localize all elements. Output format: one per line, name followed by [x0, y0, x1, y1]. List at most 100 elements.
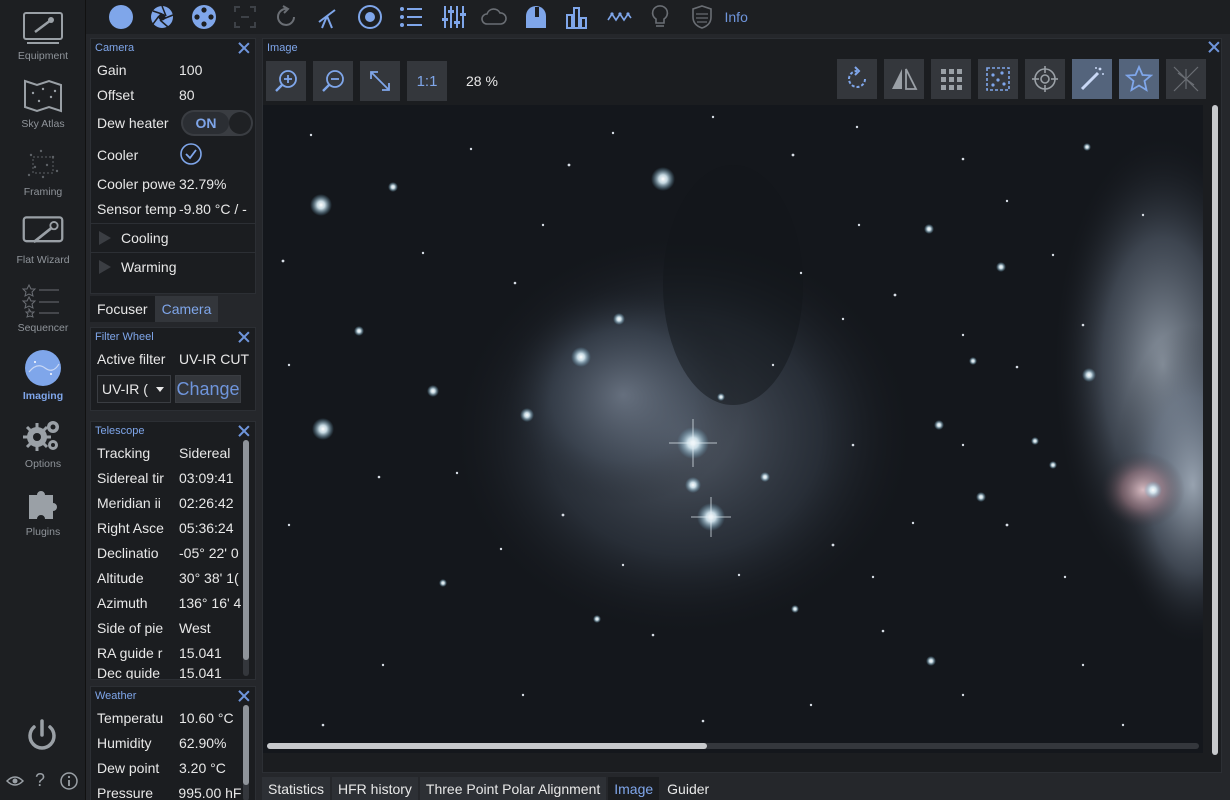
- cooling-expander[interactable]: Cooling: [91, 223, 255, 252]
- zoom-out-icon: [322, 70, 344, 92]
- histogram-icon[interactable]: [557, 0, 599, 34]
- tab-three-point-polar-alignment[interactable]: Three Point Polar Alignment: [419, 777, 607, 800]
- guide-graph-icon[interactable]: [598, 0, 640, 34]
- guider-icon[interactable]: [349, 0, 391, 34]
- dew-heater-row: Dew heater ON: [91, 107, 255, 139]
- change-filter-button[interactable]: Change: [175, 375, 241, 403]
- filter-select[interactable]: UV-IR (: [97, 375, 171, 403]
- help-icon[interactable]: ?: [35, 770, 45, 791]
- row-value: 02:26:42: [179, 494, 234, 511]
- sequence-list-icon[interactable]: [391, 0, 433, 34]
- row-value: 05:36:24: [179, 519, 234, 536]
- scroll-thumb[interactable]: [267, 743, 707, 749]
- weather-scrollbar[interactable]: [243, 705, 249, 800]
- bahtinov-button[interactable]: [1166, 59, 1206, 99]
- image-panel-header: Image: [263, 39, 1221, 57]
- camera-panel-icon[interactable]: [100, 0, 142, 34]
- star-detection-button[interactable]: [978, 59, 1018, 99]
- row-value: 32.79%: [179, 175, 227, 192]
- zoom-in-button[interactable]: [266, 61, 306, 101]
- sidebar-item-framing[interactable]: Framing: [0, 136, 86, 202]
- power-icon[interactable]: [24, 718, 60, 759]
- switch-sliders-icon[interactable]: [432, 0, 474, 34]
- zoom-out-button[interactable]: [313, 61, 353, 101]
- flat-panel-bulb-icon[interactable]: [640, 0, 682, 34]
- imaging-icon: [21, 348, 65, 388]
- close-icon[interactable]: [237, 424, 251, 438]
- panel-title: Filter Wheel: [95, 331, 154, 343]
- rotator-icon[interactable]: [266, 0, 308, 34]
- row-label: Dew heater: [97, 115, 169, 131]
- fit-arrows-icon: [370, 71, 390, 91]
- actual-size-button[interactable]: 1:1: [407, 61, 447, 101]
- row-value: 80: [179, 86, 195, 103]
- image-horizontal-scrollbar[interactable]: [267, 743, 1199, 749]
- auto-stretch-button[interactable]: [1072, 59, 1112, 99]
- sidebar-item-sky-atlas[interactable]: Sky Atlas: [0, 68, 86, 134]
- tab-hfr-history[interactable]: HFR history: [332, 777, 418, 800]
- eye-icon[interactable]: [5, 774, 25, 793]
- weather-rows: Temperatu 10.60 °C Humidity 62.90% Dew poi…: [91, 705, 241, 800]
- sidebar-item-imaging[interactable]: Imaging: [0, 340, 86, 406]
- close-icon[interactable]: [237, 689, 251, 703]
- telescope-scrollbar[interactable]: [243, 440, 249, 676]
- sidebar-item-label: Imaging: [22, 390, 64, 402]
- expander-label: Cooling: [121, 230, 169, 246]
- row-label: Altitude: [97, 569, 144, 586]
- row-value: -9.80 °C / -: [179, 200, 247, 217]
- row-value: UV-IR CUT: [179, 350, 249, 367]
- grid-button[interactable]: [931, 59, 971, 99]
- dome-icon[interactable]: [515, 0, 557, 34]
- filter-wheel-header: Filter Wheel: [91, 328, 255, 346]
- tab-image[interactable]: Image: [608, 777, 660, 800]
- close-icon[interactable]: [1207, 40, 1221, 54]
- tab-focuser[interactable]: Focuser: [90, 296, 155, 322]
- scroll-thumb[interactable]: [243, 705, 249, 785]
- magic-wand-icon: [1080, 67, 1104, 91]
- sidebar-item-equipment[interactable]: Equipment: [0, 0, 86, 66]
- crosshair-button[interactable]: [1025, 59, 1065, 99]
- warming-expander[interactable]: Warming: [91, 252, 255, 281]
- about-icon[interactable]: [60, 772, 78, 795]
- checkmark-icon[interactable]: [179, 142, 203, 169]
- close-icon[interactable]: [237, 41, 251, 55]
- row-label: Sidereal tir: [97, 469, 164, 486]
- sidebar-item-plugins[interactable]: Plugins: [0, 476, 86, 542]
- row-value: 136° 16' 4: [178, 594, 241, 611]
- captured-image[interactable]: [263, 105, 1203, 753]
- plugins-icon: [21, 484, 65, 524]
- filter-wheel-icon[interactable]: [183, 0, 225, 34]
- telescope-row: Side of pie West: [91, 615, 241, 640]
- zoom-in-icon: [275, 70, 297, 92]
- tab-guider[interactable]: Guider: [661, 777, 716, 800]
- sidebar-item-options[interactable]: Options: [0, 408, 86, 474]
- tab-statistics[interactable]: Statistics: [262, 777, 331, 800]
- telescope-icon[interactable]: [308, 0, 350, 34]
- row-label: Sensor temp: [97, 200, 177, 217]
- image-vertical-scrollbar[interactable]: [1211, 105, 1219, 755]
- sidebar-item-sequencer[interactable]: Sequencer: [0, 272, 86, 338]
- close-icon[interactable]: [237, 330, 251, 344]
- dew-heater-toggle[interactable]: ON: [181, 110, 253, 136]
- camera-gain-row: Gain 100: [91, 57, 255, 82]
- annotate-stars-button[interactable]: [1119, 59, 1159, 99]
- focuser-icon[interactable]: [225, 0, 267, 34]
- weather-cloud-icon[interactable]: [474, 0, 516, 34]
- telescope-header: Telescope: [91, 422, 255, 440]
- sidebar: Equipment Sky Atlas Framing Flat Wizard …: [0, 0, 86, 800]
- sidebar-item-flat-wizard[interactable]: Flat Wizard: [0, 204, 86, 270]
- row-label: Tracking: [97, 444, 151, 461]
- flip-button[interactable]: [884, 59, 924, 99]
- fit-to-screen-button[interactable]: [360, 61, 400, 101]
- aperture-icon[interactable]: [142, 0, 184, 34]
- info-tab[interactable]: Info: [725, 9, 748, 25]
- scroll-thumb[interactable]: [243, 440, 249, 660]
- safety-shield-icon[interactable]: [681, 0, 723, 34]
- row-label: Cooler: [97, 147, 139, 163]
- telescope-panel: Telescope Tracking Sidereal Sidereal tir 0…: [90, 421, 256, 680]
- scroll-thumb[interactable]: [1212, 105, 1218, 755]
- row-value: 30° 38' 1(: [179, 569, 239, 586]
- rotate-button[interactable]: [837, 59, 877, 99]
- tab-camera[interactable]: Camera: [154, 296, 219, 322]
- sidebar-item-label: Sky Atlas: [21, 118, 65, 130]
